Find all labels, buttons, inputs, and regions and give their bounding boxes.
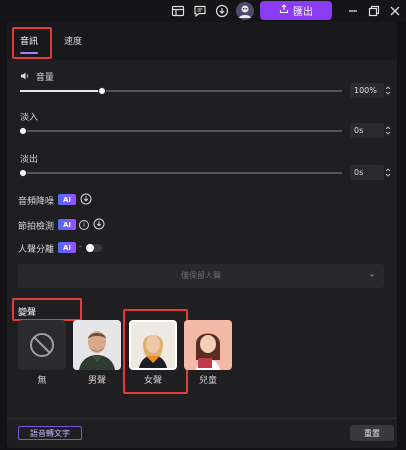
volume-input[interactable]: 100% bbox=[350, 83, 384, 98]
speech-to-text-button[interactable]: 語音轉文字 bbox=[18, 426, 82, 440]
layout-icon[interactable] bbox=[171, 4, 185, 18]
denoise-ai-badge: AI bbox=[58, 194, 76, 205]
chevron-down-icon bbox=[368, 272, 376, 283]
fade-in-label: 淡入 bbox=[20, 113, 39, 123]
male-avatar-image bbox=[73, 320, 121, 370]
voice-option-label: 女聲 bbox=[143, 376, 162, 386]
vocal-ai-badge: AI bbox=[58, 242, 76, 253]
voice-option-none[interactable] bbox=[18, 320, 66, 370]
export-button[interactable]: 匯出 bbox=[260, 1, 332, 20]
denoise-label: 音頻降噪 bbox=[18, 197, 55, 207]
download-icon[interactable] bbox=[215, 4, 229, 18]
speaker-icon bbox=[20, 71, 30, 84]
beat-ai-badge: AI bbox=[58, 219, 76, 230]
volume-row-header: 音量 bbox=[20, 70, 54, 84]
voice-option-male[interactable] bbox=[73, 320, 121, 370]
fade-out-slider-thumb[interactable] bbox=[19, 169, 27, 177]
export-icon bbox=[279, 4, 289, 17]
voice-option-label: 兒童 bbox=[198, 376, 217, 386]
export-label: 匯出 bbox=[293, 7, 313, 18]
reset-button[interactable]: 重置 bbox=[350, 425, 394, 441]
restore-icon[interactable] bbox=[367, 4, 381, 18]
vocal-separation-label: 人聲分離 bbox=[18, 245, 55, 255]
fade-out-stepper[interactable] bbox=[384, 165, 392, 180]
minimize-icon[interactable] bbox=[346, 4, 360, 18]
tab-speed[interactable]: 速度 bbox=[64, 34, 82, 47]
beat-detect-label: 節拍檢測 bbox=[18, 222, 55, 232]
voice-option-label: 無 bbox=[37, 376, 47, 386]
volume-slider-thumb[interactable] bbox=[98, 87, 106, 95]
volume-label: 音量 bbox=[35, 73, 54, 83]
fade-in-slider-thumb[interactable] bbox=[19, 127, 27, 135]
vocal-mode-placeholder: 僅保留人聲 bbox=[181, 271, 221, 280]
fade-out-slider-track[interactable] bbox=[20, 172, 342, 174]
beat-download-icon[interactable] bbox=[93, 218, 105, 233]
footer-divider bbox=[7, 418, 397, 419]
vocal-toggle[interactable] bbox=[86, 244, 102, 252]
info-icon[interactable]: i bbox=[79, 220, 89, 230]
voice-option-female[interactable] bbox=[129, 320, 177, 370]
toggle-knob bbox=[86, 244, 94, 252]
tab-audio[interactable]: 音訊 bbox=[20, 34, 38, 47]
child-avatar-image bbox=[184, 320, 232, 370]
avatar[interactable] bbox=[236, 2, 254, 20]
fade-in-stepper[interactable] bbox=[384, 123, 392, 138]
fade-out-input[interactable]: 0s bbox=[350, 165, 384, 180]
volume-slider-fill bbox=[20, 90, 102, 92]
fade-in-input[interactable]: 0s bbox=[350, 123, 384, 138]
female-avatar-image bbox=[131, 322, 175, 368]
voice-option-child[interactable] bbox=[184, 320, 232, 370]
comment-icon[interactable] bbox=[193, 4, 207, 18]
close-icon[interactable] bbox=[388, 4, 402, 18]
vocal-mode-select[interactable]: 僅保留人聲 bbox=[18, 264, 384, 288]
tab-active-indicator bbox=[20, 52, 38, 54]
voice-option-label: 男聲 bbox=[87, 376, 106, 386]
voice-change-title: 變聲 bbox=[18, 308, 37, 318]
vocal-dash: - bbox=[79, 242, 82, 251]
fade-in-slider-track[interactable] bbox=[20, 130, 342, 132]
volume-stepper[interactable] bbox=[384, 83, 392, 98]
none-icon bbox=[30, 333, 54, 357]
denoise-download-icon[interactable] bbox=[80, 193, 92, 208]
fade-out-label: 淡出 bbox=[20, 155, 39, 165]
